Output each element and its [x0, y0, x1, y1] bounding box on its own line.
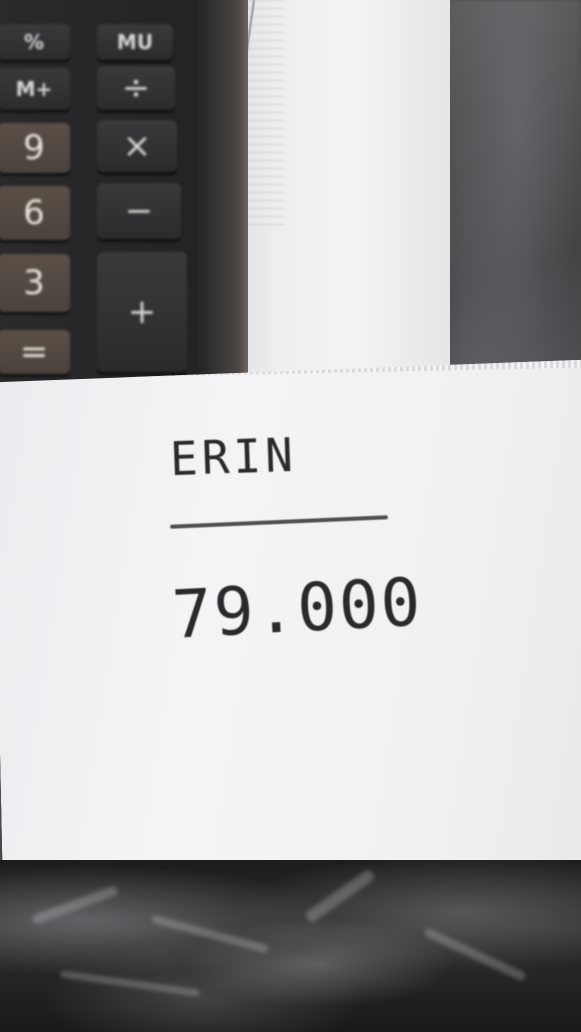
mu-key[interactable]: MU [97, 24, 173, 60]
calculator: % MU M+ ÷ 9 × 6 − 3 + = [0, 0, 248, 390]
plastic-highlight [303, 868, 377, 924]
plus-key[interactable]: + [97, 252, 187, 372]
six-key[interactable]: 6 [0, 186, 70, 240]
multiply-key[interactable]: × [97, 120, 177, 172]
mu-key-label: MU [116, 30, 154, 54]
nine-key-label: 9 [23, 128, 45, 168]
minus-key-label: − [124, 191, 154, 231]
three-key-label: 3 [23, 263, 45, 303]
plastic-highlight [151, 914, 269, 954]
plastic-bag [0, 860, 581, 1032]
plastic-highlight [60, 970, 200, 997]
m-plus-key[interactable]: M+ [0, 68, 70, 110]
plus-key-label: + [127, 292, 157, 332]
percent-key[interactable]: % [0, 24, 70, 60]
note-name: ERIN [169, 427, 298, 487]
minus-key[interactable]: − [97, 183, 181, 239]
percent-key-label: % [23, 30, 45, 54]
m-plus-key-label: M+ [15, 77, 53, 101]
equals-key-label: = [19, 332, 49, 372]
plastic-highlight [31, 884, 119, 926]
note-amount: 79.000 [170, 563, 425, 654]
divide-key[interactable]: ÷ [97, 66, 175, 110]
equals-key[interactable]: = [0, 330, 70, 374]
nine-key[interactable]: 9 [0, 123, 70, 173]
six-key-label: 6 [23, 193, 45, 233]
photo-scene: % MU M+ ÷ 9 × 6 − 3 + = ERIN 79.000 [0, 0, 581, 1032]
multiply-key-label: × [122, 126, 152, 166]
divide-key-label: ÷ [121, 68, 151, 108]
three-key[interactable]: 3 [0, 254, 70, 312]
plastic-highlight [423, 927, 527, 982]
